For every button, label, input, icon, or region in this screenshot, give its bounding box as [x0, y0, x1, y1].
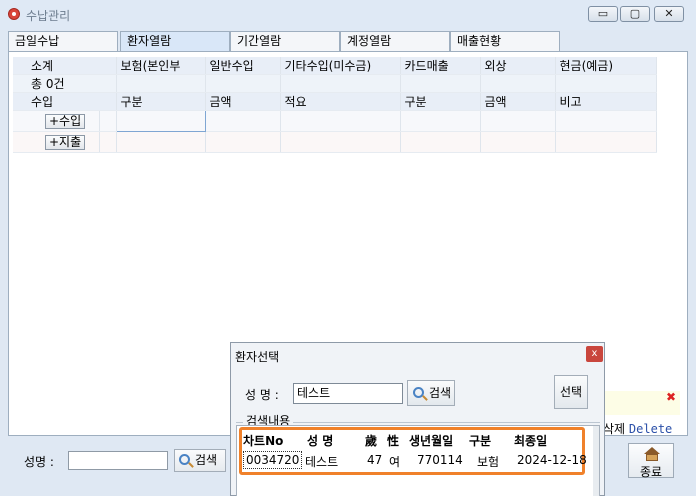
col-birthdate[interactable]: 생년월일	[409, 432, 453, 449]
cell-name: 테스트	[305, 455, 339, 469]
dialog-title: 환자선택	[235, 350, 280, 364]
tab-patient-view[interactable]: 환자열람	[120, 31, 230, 51]
grid-sub-amount-2: 금액	[480, 92, 556, 111]
cell-chart-no: 0034720	[243, 451, 303, 469]
cell-age: 47	[367, 453, 383, 467]
close-window-button[interactable]: ✕	[654, 6, 684, 22]
maximize-button[interactable]: ▢	[620, 6, 650, 22]
window-title: 수납관리	[26, 9, 71, 23]
bottom-search-button[interactable]: 검색	[174, 449, 226, 472]
col-last-date[interactable]: 최종일	[514, 432, 547, 449]
grid-header-insurance: 보험(본인부	[116, 57, 206, 75]
magnifier-icon	[179, 454, 190, 465]
bottom-search-label: 검색	[195, 453, 218, 467]
col-age[interactable]: 歲	[365, 432, 377, 449]
tab-account-view[interactable]: 계정열람	[340, 31, 450, 51]
dialog-select-button[interactable]: 선택	[554, 375, 588, 409]
minimize-button[interactable]: ▭	[588, 6, 618, 22]
grid-header-general: 일반수입	[205, 57, 281, 75]
add-expense-button[interactable]: +지출	[45, 134, 86, 150]
grid-expense-row: +지출	[13, 131, 657, 153]
col-name[interactable]: 성 명	[307, 432, 333, 449]
grid-count-row: 총 0건	[13, 74, 657, 93]
bottom-name-input[interactable]	[68, 451, 168, 470]
result-row[interactable]: 0034720 테스트 47 여 770114 보험 2024-12-18	[241, 451, 587, 470]
dialog-name-label: 성 명 :	[245, 388, 279, 402]
grid-selected-cell[interactable]	[115, 110, 206, 132]
dialog-search-label: 검색	[429, 386, 452, 400]
cell-last-date: 2024-12-18	[517, 453, 587, 467]
col-category[interactable]: 구분	[469, 432, 491, 449]
dialog-close-button[interactable]: x	[586, 346, 603, 362]
home-icon	[644, 447, 660, 461]
patient-result-list[interactable]: 차트No 성 명 歲 性 생년월일 구분 최종일 0034720 테스트 47 …	[236, 425, 600, 496]
delete-x-icon[interactable]: ✖	[666, 390, 676, 404]
dialog-search-button[interactable]: 검색	[407, 380, 455, 406]
grid-sub-income: 수입	[13, 92, 117, 111]
app-icon	[8, 8, 20, 20]
cell-birthdate: 770114	[417, 453, 463, 467]
patient-select-dialog: 환자선택 x 성 명 : 테스트 검색 선택 검색내용 차트No 성 명 歲 性…	[230, 342, 605, 496]
grid-sub-note: 비고	[555, 92, 657, 111]
payment-grid: 소계 보험(본인부 일반수입 기타수입(미수금) 카드매출 외상 현금(예금) …	[13, 57, 657, 153]
delete-hint-korean: 삭제	[603, 422, 626, 436]
grid-header-card: 카드매출	[400, 57, 481, 75]
grid-header-credit: 외상	[480, 57, 556, 75]
add-income-button[interactable]: +수입	[45, 113, 86, 129]
grid-count: 총 0건	[13, 74, 117, 93]
grid-sub-amount: 금액	[205, 92, 281, 111]
tab-sales-status[interactable]: 매출현황	[450, 31, 560, 51]
delete-hint: 삭제 Delete	[603, 420, 672, 437]
dialog-name-input[interactable]: 테스트	[293, 383, 403, 404]
result-header-row: 차트No 성 명 歲 性 생년월일 구분 최종일	[241, 430, 581, 449]
tab-daily-payments[interactable]: 금일수납	[8, 31, 118, 51]
delete-hint-key: Delete	[628, 422, 673, 436]
exit-button-label: 종료	[639, 465, 663, 479]
magnifier-icon	[413, 387, 424, 398]
grid-header-other: 기타수입(미수금)	[280, 57, 401, 75]
grid-header-subtotal: 소계	[13, 57, 117, 75]
title-bar: 수납관리 ▭ ▢ ✕	[0, 0, 696, 30]
grid-header-row: 소계 보험(본인부 일반수입 기타수입(미수금) 카드매출 외상 현금(예금)	[13, 57, 657, 75]
bottom-name-label: 성명 :	[24, 455, 54, 469]
cell-sex: 여	[389, 455, 401, 469]
exit-button[interactable]: 종료	[628, 443, 674, 479]
grid-header-cash: 현금(예금)	[555, 57, 657, 75]
col-sex[interactable]: 性	[387, 432, 399, 449]
cell-category: 보험	[477, 455, 500, 469]
grid-subheader-row: 수입 구분 금액 적요 구분 금액 비고	[13, 92, 657, 111]
col-chart-no[interactable]: 차트No	[243, 432, 283, 449]
grid-sub-category: 구분	[116, 92, 206, 111]
grid-income-row: +수입	[13, 110, 657, 132]
grid-sub-memo: 적요	[280, 92, 401, 111]
grid-sub-category-2: 구분	[400, 92, 481, 111]
tab-period-view[interactable]: 기간열람	[230, 31, 340, 51]
list-scrollbar[interactable]	[593, 426, 599, 496]
